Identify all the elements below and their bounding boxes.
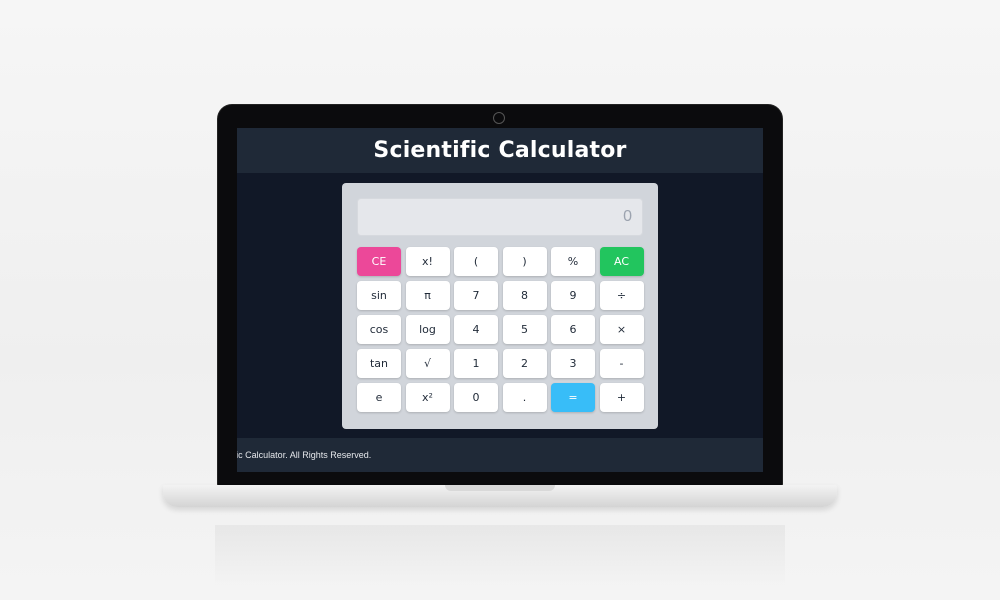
camera-icon (493, 112, 505, 124)
page-title: Scientific Calculator (373, 138, 627, 163)
sqrt-button[interactable]: √ (405, 349, 450, 378)
tan-button[interactable]: tan (357, 349, 401, 378)
close-paren-button[interactable]: ) (502, 247, 547, 276)
cos-button[interactable]: cos (357, 315, 401, 344)
pi-button[interactable]: π (405, 281, 450, 310)
divide-button[interactable]: ÷ (599, 281, 644, 310)
percent-button[interactable]: % (551, 247, 595, 276)
digit-9-button[interactable]: 9 (551, 281, 595, 310)
digit-7-button[interactable]: 7 (454, 281, 498, 310)
equals-button[interactable]: = (551, 383, 595, 412)
app-header: Scientific Calculator (237, 128, 763, 173)
decimal-button[interactable]: . (502, 383, 547, 412)
digit-2-button[interactable]: 2 (502, 349, 547, 378)
subtract-button[interactable]: - (599, 349, 644, 378)
footer-text: © 2024 Scientific Calculator. All Rights… (237, 450, 372, 460)
factorial-button[interactable]: x! (405, 247, 450, 276)
log-button[interactable]: log (405, 315, 450, 344)
digit-0-button[interactable]: 0 (454, 383, 498, 412)
digit-8-button[interactable]: 8 (502, 281, 547, 310)
all-clear-button[interactable]: AC (599, 247, 644, 276)
calculator: 0 CE x!()% AC sin π 7 8 9 ÷ cos log 4 5 6 × tan √ 1 2 3- e x²… (342, 183, 658, 429)
digit-1-button[interactable]: 1 (454, 349, 498, 378)
digit-5-button[interactable]: 5 (502, 315, 547, 344)
clear-entry-button[interactable]: CE (357, 247, 401, 276)
keypad: CE x!()% AC sin π 7 8 9 ÷ cos log 4 5 6 × tan √ 1 2 3- e x² 0.… (357, 247, 644, 412)
square-button[interactable]: x² (405, 383, 450, 412)
laptop-screen: Scientific Calculator 0 CE x!()% AC sin π 7 8 9… (237, 128, 763, 472)
digit-4-button[interactable]: 4 (454, 315, 498, 344)
euler-button[interactable]: e (357, 383, 401, 412)
digit-3-button[interactable]: 3 (551, 349, 595, 378)
display-value: 0 (623, 208, 632, 225)
add-button[interactable]: + (599, 383, 644, 412)
app-footer: © 2024 Scientific Calculator. All Rights… (237, 438, 763, 472)
digit-6-button[interactable]: 6 (551, 315, 595, 344)
sin-button[interactable]: sin (357, 281, 401, 310)
multiply-button[interactable]: × (599, 315, 644, 344)
calculator-display: 0 (357, 198, 643, 236)
laptop-reflection (215, 525, 785, 585)
laptop-notch (445, 485, 555, 491)
open-paren-button[interactable]: ( (454, 247, 498, 276)
